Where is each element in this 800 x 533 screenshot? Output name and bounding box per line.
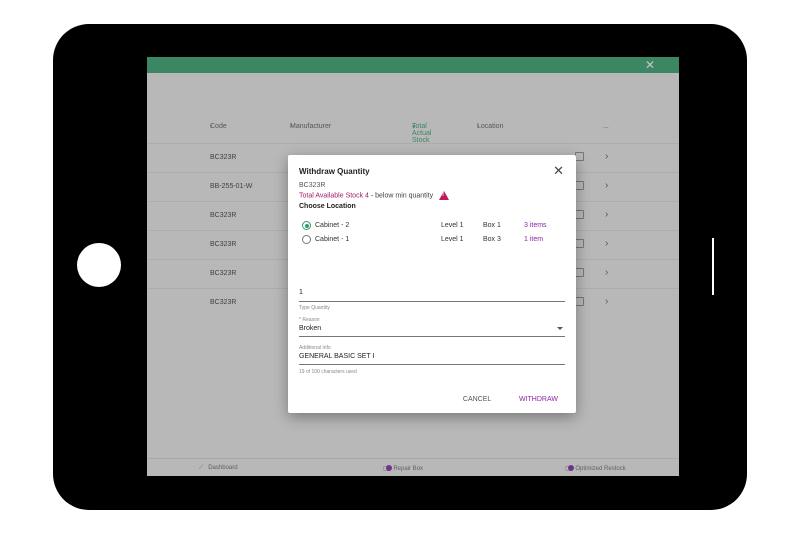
location-box: Box 3 — [483, 236, 501, 243]
additional-info-input[interactable]: GENERAL BASIC SET I — [299, 353, 565, 365]
dialog-actions: CANCEL WITHDRAW — [437, 396, 558, 403]
quantity-value: 1 — [299, 289, 303, 296]
choose-location-label: Choose Location — [299, 203, 356, 210]
stock-info: Total Available Stock 4 - below min quan… — [299, 191, 450, 200]
quantity-helper: Type Quantity — [299, 305, 330, 311]
withdraw-quantity-dialog: Withdraw Quantity ✕ BC323R Total Availab… — [288, 155, 576, 413]
app-screen: ✕ Code › Manufacturer › Total Actual Sto… — [147, 57, 679, 476]
close-icon[interactable]: ✕ — [553, 163, 564, 179]
location-level: Level 1 — [441, 222, 464, 229]
location-level: Level 1 — [441, 236, 464, 243]
location-option-cabinet-1[interactable]: Cabinet - 1 Level 1 Box 3 1 item — [302, 234, 564, 246]
cancel-button[interactable]: CANCEL — [463, 396, 491, 403]
stock-label: Total Available Stock 4 — [299, 192, 369, 200]
side-indicator — [712, 238, 714, 295]
location-name: Cabinet - 1 — [315, 236, 350, 243]
stock-note: - below min quantity — [368, 192, 434, 200]
character-counter: 19 of 100 characters used — [299, 369, 357, 375]
additional-info-label: Additional Info — [299, 345, 331, 351]
radio-selected[interactable] — [302, 221, 311, 230]
dropdown-arrow-icon[interactable] — [557, 327, 563, 330]
location-box: Box 1 — [483, 222, 501, 229]
location-items-link[interactable]: 1 item — [524, 236, 543, 243]
reason-select[interactable]: Broken — [299, 325, 565, 337]
location-option-cabinet-2[interactable]: Cabinet - 2 Level 1 Box 1 3 items — [302, 220, 564, 232]
quantity-input[interactable]: 1 — [299, 289, 565, 302]
radio-unselected[interactable] — [302, 235, 311, 244]
home-button[interactable] — [77, 243, 121, 287]
location-name: Cabinet - 2 — [315, 222, 350, 229]
warning-icon: ! — [439, 191, 450, 200]
item-code: BC323R — [299, 182, 326, 189]
reason-value: Broken — [299, 325, 322, 332]
location-items-link[interactable]: 3 items — [524, 222, 547, 229]
withdraw-button[interactable]: WITHDRAW — [519, 396, 558, 403]
reason-label: * Reason — [299, 317, 320, 323]
dialog-title: Withdraw Quantity — [299, 167, 370, 176]
additional-info-value: GENERAL BASIC SET I — [299, 353, 375, 360]
